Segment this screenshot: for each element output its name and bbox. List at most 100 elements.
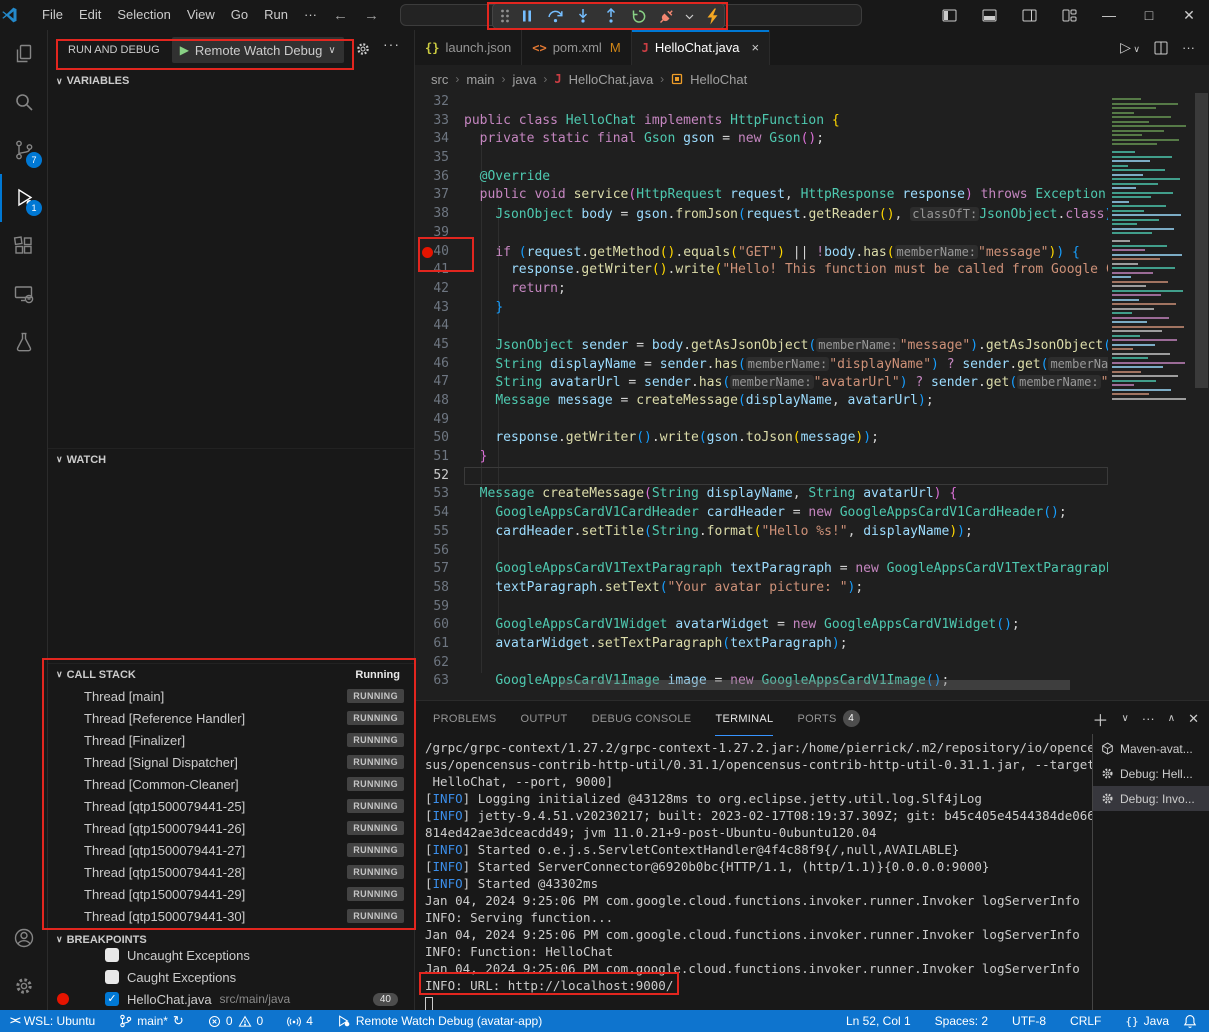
line-number-gutter[interactable]: 32 [415,93,464,112]
line-number-gutter[interactable]: 55 [415,523,464,542]
code-line-44[interactable]: 44 [415,317,1108,336]
minimap[interactable] [1108,93,1194,700]
line-number-gutter[interactable]: 43 [415,299,464,318]
tab-ports[interactable]: PORTS4 [797,701,859,736]
maximize-panel-icon[interactable]: ∧ [1168,713,1175,724]
problems-status[interactable]: 0 0 [201,1010,270,1032]
sidebar-more-icon[interactable]: ··· [383,36,400,52]
start-debug-icon[interactable]: ▶ [180,43,189,57]
code-line-62[interactable]: 62 [415,654,1108,673]
tab-debug-console[interactable]: DEBUG CONSOLE [592,701,692,736]
menu-run[interactable]: Run [256,7,296,22]
code-line-46[interactable]: 46 String displayName = sender.has(membe… [415,355,1108,374]
source-control-icon[interactable]: 7 [0,126,48,174]
minimize-button[interactable]: — [1089,0,1129,30]
code-line-48[interactable]: 48 Message message = createMessage(displ… [415,392,1108,411]
line-number-gutter[interactable]: 49 [415,411,464,430]
code-line-53[interactable]: 53 Message createMessage(String displayN… [415,485,1108,504]
line-number-gutter[interactable]: 51 [415,448,464,467]
code-line-33[interactable]: 33public class HelloChat implements Http… [415,112,1108,131]
call-stack-thread-row[interactable]: Thread [main]RUNNING [48,685,414,707]
close-tab-icon[interactable]: × [751,40,759,55]
code-line-37[interactable]: 37 public void service(HttpRequest reque… [415,186,1108,205]
line-number-gutter[interactable]: 56 [415,542,464,561]
tab-launch-json[interactable]: {} launch.json [415,30,522,65]
line-number-gutter[interactable]: 45 [415,336,464,355]
horizontal-scrollbar[interactable] [560,680,1070,690]
code-line-40[interactable]: 40 if (request.getMethod().equals("GET")… [415,243,1108,262]
explorer-icon[interactable] [0,30,48,78]
line-number-gutter[interactable]: 47 [415,373,464,392]
code-line-41[interactable]: 41 response.getWriter().write("Hello! Th… [415,261,1108,280]
debug-config-picker[interactable]: ▶ Remote Watch Debug ∨ [172,37,344,63]
line-number-gutter[interactable]: 46 [415,355,464,374]
code-line-61[interactable]: 61 avatarWidget.setTextParagraph(textPar… [415,635,1108,654]
remote-indicator[interactable]: >< WSL: Ubuntu [0,1010,102,1032]
nav-back-icon[interactable]: ← [325,7,356,24]
toggle-secondary-sidebar-icon[interactable] [1009,0,1049,30]
code-line-39[interactable]: 39 [415,224,1108,243]
line-number-gutter[interactable]: 34 [415,130,464,149]
debug-settings-gear-icon[interactable] [354,40,372,58]
panel-more-icon[interactable]: ··· [1142,711,1155,726]
breadcrumb[interactable]: src › main › java › J HelloChat.java › H… [415,65,1209,93]
line-number-gutter[interactable]: 52 [415,467,464,486]
terminal-output[interactable]: /grpc/grpc-context/1.27.2/grpc-context-1… [425,739,1093,1010]
tab-hellochat-java[interactable]: J HelloChat.java × [632,30,770,65]
remote-explorer-icon[interactable] [0,270,48,318]
code-line-42[interactable]: 42 return; [415,280,1108,299]
line-number-gutter[interactable]: 57 [415,560,464,579]
hot-code-replace-icon[interactable] [699,4,725,28]
code-line-56[interactable]: 56 [415,542,1108,561]
toggle-primary-sidebar-icon[interactable] [929,0,969,30]
indentation-status[interactable]: Spaces: 2 [928,1010,995,1032]
menu-view[interactable]: View [179,7,223,22]
line-number-gutter[interactable]: 58 [415,579,464,598]
tab-output[interactable]: OUTPUT [521,701,568,736]
encoding-status[interactable]: UTF-8 [1005,1010,1053,1032]
call-stack-thread-row[interactable]: Thread [qtp1500079441-27]RUNNING [48,839,414,861]
step-over-button[interactable] [542,4,568,28]
call-stack-section-header[interactable]: ∨ CALL STACK Running [48,663,414,685]
editor-more-icon[interactable]: ··· [1182,40,1195,55]
code-line-35[interactable]: 35 [415,149,1108,168]
code-line-54[interactable]: 54 GoogleAppsCardV1CardHeader cardHeader… [415,504,1108,523]
tab-problems[interactable]: PROBLEMS [433,701,497,736]
code-line-58[interactable]: 58 textParagraph.setText("Your avatar pi… [415,579,1108,598]
code-line-38[interactable]: 38 JsonObject body = gson.fromJson(reque… [415,205,1108,224]
code-line-32[interactable]: 32 [415,93,1108,112]
menu-go[interactable]: Go [223,7,256,22]
call-stack-thread-row[interactable]: Thread [Reference Handler]RUNNING [48,707,414,729]
checkbox-unchecked[interactable] [105,948,119,962]
close-panel-icon[interactable]: ✕ [1188,711,1199,727]
line-number-gutter[interactable]: 60 [415,616,464,635]
toggle-panel-icon[interactable] [969,0,1009,30]
line-number-gutter[interactable]: 36 [415,168,464,187]
run-and-debug-icon[interactable]: 1 [0,174,48,222]
terminal-dropdown-icon[interactable]: ∨ [1121,713,1128,724]
code-line-34[interactable]: 34 private static final Gson gson = new … [415,130,1108,149]
disconnect-button[interactable] [654,4,680,28]
close-window-button[interactable]: ✕ [1169,0,1209,30]
call-stack-thread-row[interactable]: Thread [qtp1500079441-28]RUNNING [48,861,414,883]
menu-selection[interactable]: Selection [109,7,178,22]
call-stack-thread-row[interactable]: Thread [qtp1500079441-29]RUNNING [48,883,414,905]
accounts-icon[interactable] [0,914,48,962]
editor-scrollbar[interactable] [1194,93,1209,700]
step-into-button[interactable] [570,4,596,28]
pause-button[interactable] [514,4,540,28]
code-line-49[interactable]: 49 [415,411,1108,430]
code-line-52[interactable]: 52 [415,467,1108,486]
code-line-55[interactable]: 55 cardHeader.setTitle(String.format("He… [415,523,1108,542]
line-number-gutter[interactable]: 53 [415,485,464,504]
line-number-gutter[interactable]: 38 [415,205,464,224]
menu-edit[interactable]: Edit [71,7,109,22]
search-icon[interactable] [0,78,48,126]
toolbar-drag-grip-icon[interactable] [497,4,512,28]
line-number-gutter[interactable]: 62 [415,654,464,673]
maximize-button[interactable]: □ [1129,0,1169,30]
step-out-button[interactable] [598,4,624,28]
testing-icon[interactable] [0,318,48,366]
line-number-gutter[interactable]: 40 [415,243,464,262]
watch-section-header[interactable]: ∨ WATCH [48,448,414,470]
